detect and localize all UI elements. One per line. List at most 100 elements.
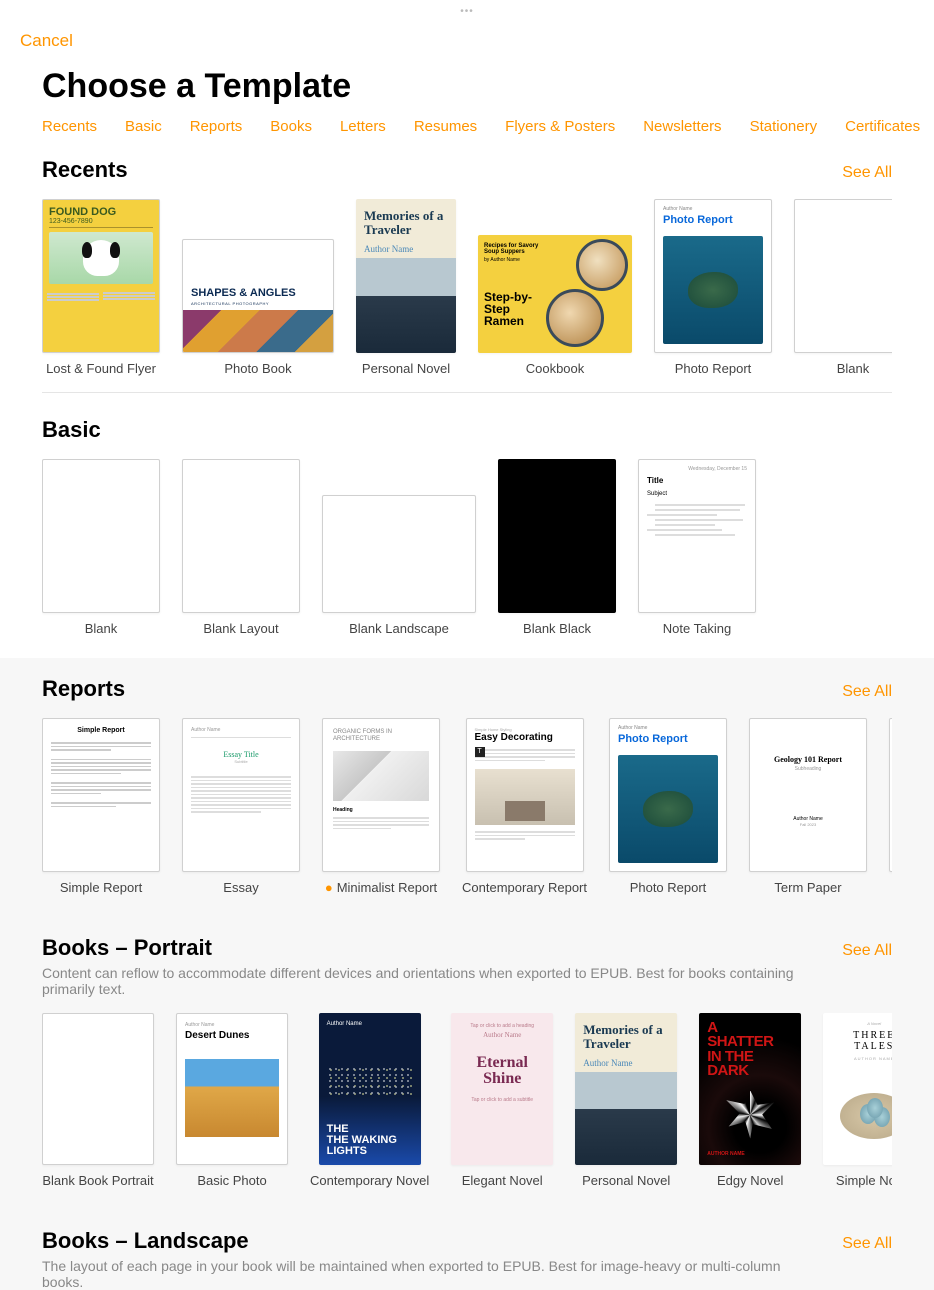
template-label: Photo Report xyxy=(675,361,752,376)
template-label: Simple Novel xyxy=(836,1173,892,1188)
template-label: Blank Landscape xyxy=(349,621,449,636)
thumb-text: Easy Decorating xyxy=(475,732,575,743)
section-books-portrait: Books – Portrait See All Content can ref… xyxy=(0,917,934,1210)
template-label: Personal Novel xyxy=(582,1173,670,1188)
tab-recents[interactable]: Recents xyxy=(42,118,97,135)
tab-flyers-posters[interactable]: Flyers & Posters xyxy=(505,118,615,135)
section-title-books-landscape: Books – Landscape xyxy=(42,1228,249,1254)
template-personal-novel[interactable]: Memories of a Traveler Author Name Perso… xyxy=(356,199,456,376)
category-tabs: Recents Basic Reports Books Letters Resu… xyxy=(0,118,934,139)
template-blank-book-portrait[interactable]: Blank Book Portrait xyxy=(42,1013,154,1188)
section-title-recents: Recents xyxy=(42,157,128,183)
template-label: Blank Layout xyxy=(203,621,278,636)
template-simple-report[interactable]: Simple Report Simple Report xyxy=(42,718,160,895)
template-photo-report-recent[interactable]: Author Name Photo Report Photo Report xyxy=(654,199,772,376)
thumb-text: FOUND DOG xyxy=(49,206,153,218)
template-label: Lost & Found Flyer xyxy=(46,361,156,376)
page-title: Choose a Template xyxy=(0,59,934,118)
template-blank-recent[interactable]: Blank xyxy=(794,199,892,376)
tab-basic[interactable]: Basic xyxy=(125,118,162,135)
template-lost-found-flyer[interactable]: FOUND DOG 123-456-7890 Lost & Found Flye… xyxy=(42,199,160,376)
thumb-text: 123-456-7890 xyxy=(49,218,153,228)
thumb-text: Simple Report xyxy=(51,727,151,734)
template-blank-black[interactable]: Blank Black xyxy=(498,459,616,636)
thumb-text: SHAPES & ANGLES xyxy=(191,288,325,299)
thumb-text: THE WAKING LIGHTS xyxy=(327,1134,397,1157)
template-label: Edgy Novel xyxy=(717,1173,783,1188)
section-title-reports: Reports xyxy=(42,676,125,702)
template-label: Blank xyxy=(85,621,118,636)
template-blank-layout[interactable]: Blank Layout xyxy=(182,459,300,636)
template-term-paper[interactable]: Geology 101 Report Subheading Author Nam… xyxy=(749,718,867,895)
see-all-books-landscape[interactable]: See All xyxy=(842,1235,892,1253)
template-label: Blank xyxy=(837,361,870,376)
template-label: Term Paper xyxy=(774,880,841,895)
template-label: Cookbook xyxy=(526,361,585,376)
template-label: Blank Black xyxy=(523,621,591,636)
template-note-taking[interactable]: Wednesday, December 15 Title Subject Not… xyxy=(638,459,756,636)
template-label: Blank Book Portrait xyxy=(42,1173,153,1188)
tab-certificates[interactable]: Certificates xyxy=(845,118,920,135)
template-label: Note Taking xyxy=(663,621,731,636)
thumb-text: Author Name xyxy=(618,725,718,731)
template-blank[interactable]: Blank xyxy=(42,459,160,636)
thumb-text: by Author Name xyxy=(484,257,546,263)
section-books-landscape: Books – Landscape See All The layout of … xyxy=(0,1210,934,1290)
template-label: Personal Novel xyxy=(362,361,450,376)
template-photo-book[interactable]: SHAPES & ANGLES ARCHITECTURAL PHOTOGRAPH… xyxy=(182,199,334,376)
thumb-text: Eternal Shine xyxy=(461,1055,543,1087)
tab-newsletters[interactable]: Newsletters xyxy=(643,118,721,135)
tab-letters[interactable]: Letters xyxy=(340,118,386,135)
template-simple-novel[interactable]: A Novel THREE TALES AUTHOR NAME Simple N… xyxy=(823,1013,892,1188)
see-all-books-portrait[interactable]: See All xyxy=(842,942,892,960)
section-title-books-portrait: Books – Portrait xyxy=(42,935,212,961)
tab-stationery[interactable]: Stationery xyxy=(750,118,818,135)
thumb-text: ARCHITECTURAL PHOTOGRAPHY xyxy=(191,301,325,306)
thumb-text: Author Name xyxy=(191,727,291,733)
thumb-text: Author Name xyxy=(663,206,763,212)
see-all-recents[interactable]: See All xyxy=(842,164,892,182)
thumb-text: Desert Dunes xyxy=(185,1030,279,1041)
thumb-text: Step-by-Step Ramen xyxy=(484,291,546,327)
thumb-text: Title xyxy=(647,476,747,485)
template-label: Photo Book xyxy=(224,361,291,376)
cancel-button[interactable]: Cancel xyxy=(0,23,93,59)
thumb-text: THREE TALES xyxy=(831,1030,892,1052)
thumb-text: Author Name xyxy=(583,1058,669,1068)
thumb-text: Recipes for Savory Soup Suppers xyxy=(484,243,546,255)
thumb-text: ORGANIC FORMS IN ARCHITECTURE xyxy=(323,719,439,745)
template-school-report[interactable]: A Voyage to Subtitle School xyxy=(889,718,892,895)
thumb-text: Photo Report xyxy=(663,214,763,226)
thumb-text: AUTHOR NAME xyxy=(707,1151,793,1157)
tab-reports[interactable]: Reports xyxy=(190,118,243,135)
template-minimalist-report[interactable]: ORGANIC FORMS IN ARCHITECTURE Heading Mi… xyxy=(322,718,440,895)
thumb-text: Author Name xyxy=(364,244,448,254)
thumb-text: Tap or click to add a heading xyxy=(461,1023,543,1029)
template-blank-landscape[interactable]: Blank Landscape xyxy=(322,459,476,636)
template-photo-report[interactable]: Author Name Photo Report Photo Report xyxy=(609,718,727,895)
template-edgy-novel[interactable]: ASHATTERIN THEDARK AUTHOR NAME Edgy Nove… xyxy=(699,1013,801,1188)
template-essay[interactable]: Author Name Essay Title Subtitle Essay xyxy=(182,718,300,895)
tab-resumes[interactable]: Resumes xyxy=(414,118,477,135)
section-recents: Recents See All FOUND DOG 123-456-7890 L… xyxy=(0,139,934,399)
template-label: Simple Report xyxy=(60,880,142,895)
thumb-text: Essay Title xyxy=(191,750,291,759)
tab-books[interactable]: Books xyxy=(270,118,312,135)
template-elegant-novel[interactable]: Tap or click to add a heading Author Nam… xyxy=(451,1013,553,1188)
template-basic-photo[interactable]: Author Name Desert Dunes Basic Photo xyxy=(176,1013,288,1188)
template-cookbook[interactable]: Recipes for Savory Soup Suppers by Autho… xyxy=(478,199,632,376)
section-description: Content can reflow to accommodate differ… xyxy=(42,965,802,997)
thumb-text: Tap or click to add a subtitle xyxy=(461,1097,543,1103)
template-label: Elegant Novel xyxy=(462,1173,543,1188)
section-reports: Reports See All Simple Report Simple Rep… xyxy=(0,658,934,917)
section-description: The layout of each page in your book wil… xyxy=(42,1258,802,1290)
thumb-text: Photo Report xyxy=(618,733,718,745)
template-contemporary-report[interactable]: Simple Home Styling Easy Decorating T Co… xyxy=(462,718,587,895)
see-all-reports[interactable]: See All xyxy=(842,683,892,701)
section-title-basic: Basic xyxy=(42,417,101,443)
thumb-text: Subject xyxy=(647,491,747,497)
template-contemporary-novel[interactable]: Author Name THETHE WAKING LIGHTS Contemp… xyxy=(310,1013,429,1188)
thumb-text: Memories of a Traveler xyxy=(583,1023,669,1052)
template-personal-novel-book[interactable]: Memories of a Traveler Author Name Perso… xyxy=(575,1013,677,1188)
thumb-text: Geology 101 Report xyxy=(758,755,858,764)
